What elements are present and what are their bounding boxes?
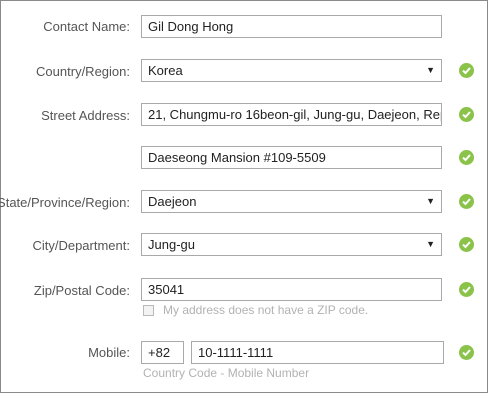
check-circle-icon: [459, 237, 474, 252]
check-circle-icon: [459, 107, 474, 122]
no-zip-checkbox[interactable]: [143, 305, 154, 316]
mobile-hint: Country Code - Mobile Number: [143, 366, 310, 380]
state-value: Daejeon: [148, 194, 197, 209]
triangle-down-icon: ▼: [426, 239, 435, 249]
street-address-label: Street Address:: [41, 108, 130, 123]
street-address-line2-input[interactable]: Daeseong Mansion #109-5509: [141, 146, 442, 169]
country-select[interactable]: Korea ▼: [141, 59, 442, 82]
check-circle-icon: [459, 345, 474, 360]
country-code-input[interactable]: +82: [141, 341, 184, 364]
zip-label: Zip/Postal Code:: [33, 283, 130, 298]
no-zip-label: My address does not have a ZIP code.: [163, 303, 369, 317]
state-select[interactable]: Daejeon ▼: [141, 190, 442, 213]
street-address-line1-input[interactable]: 21, Chungmu-ro 16beon-gil, Jung-gu, Daej…: [141, 103, 442, 126]
contact-name-label: Contact Name:: [43, 19, 130, 34]
address-form: Contact Name: Gil Dong Hong Country/Regi…: [0, 0, 488, 393]
country-value: Korea: [148, 63, 183, 78]
country-label: Country/Region:: [36, 64, 130, 79]
contact-name-input[interactable]: Gil Dong Hong: [141, 15, 442, 38]
check-circle-icon: [459, 282, 474, 297]
zip-input[interactable]: 35041: [141, 278, 442, 301]
city-select[interactable]: Jung-gu ▼: [141, 233, 442, 256]
city-label: City/Department:: [32, 238, 130, 253]
triangle-down-icon: ▼: [426, 65, 435, 75]
mobile-label: Mobile:: [88, 345, 130, 360]
check-circle-icon: [459, 194, 474, 209]
check-circle-icon: [459, 150, 474, 165]
mobile-number-input[interactable]: 10-1111-1111: [191, 341, 444, 364]
check-circle-icon: [459, 63, 474, 78]
state-label: State/Province/Region:: [0, 195, 130, 210]
triangle-down-icon: ▼: [426, 196, 435, 206]
city-value: Jung-gu: [148, 237, 195, 252]
